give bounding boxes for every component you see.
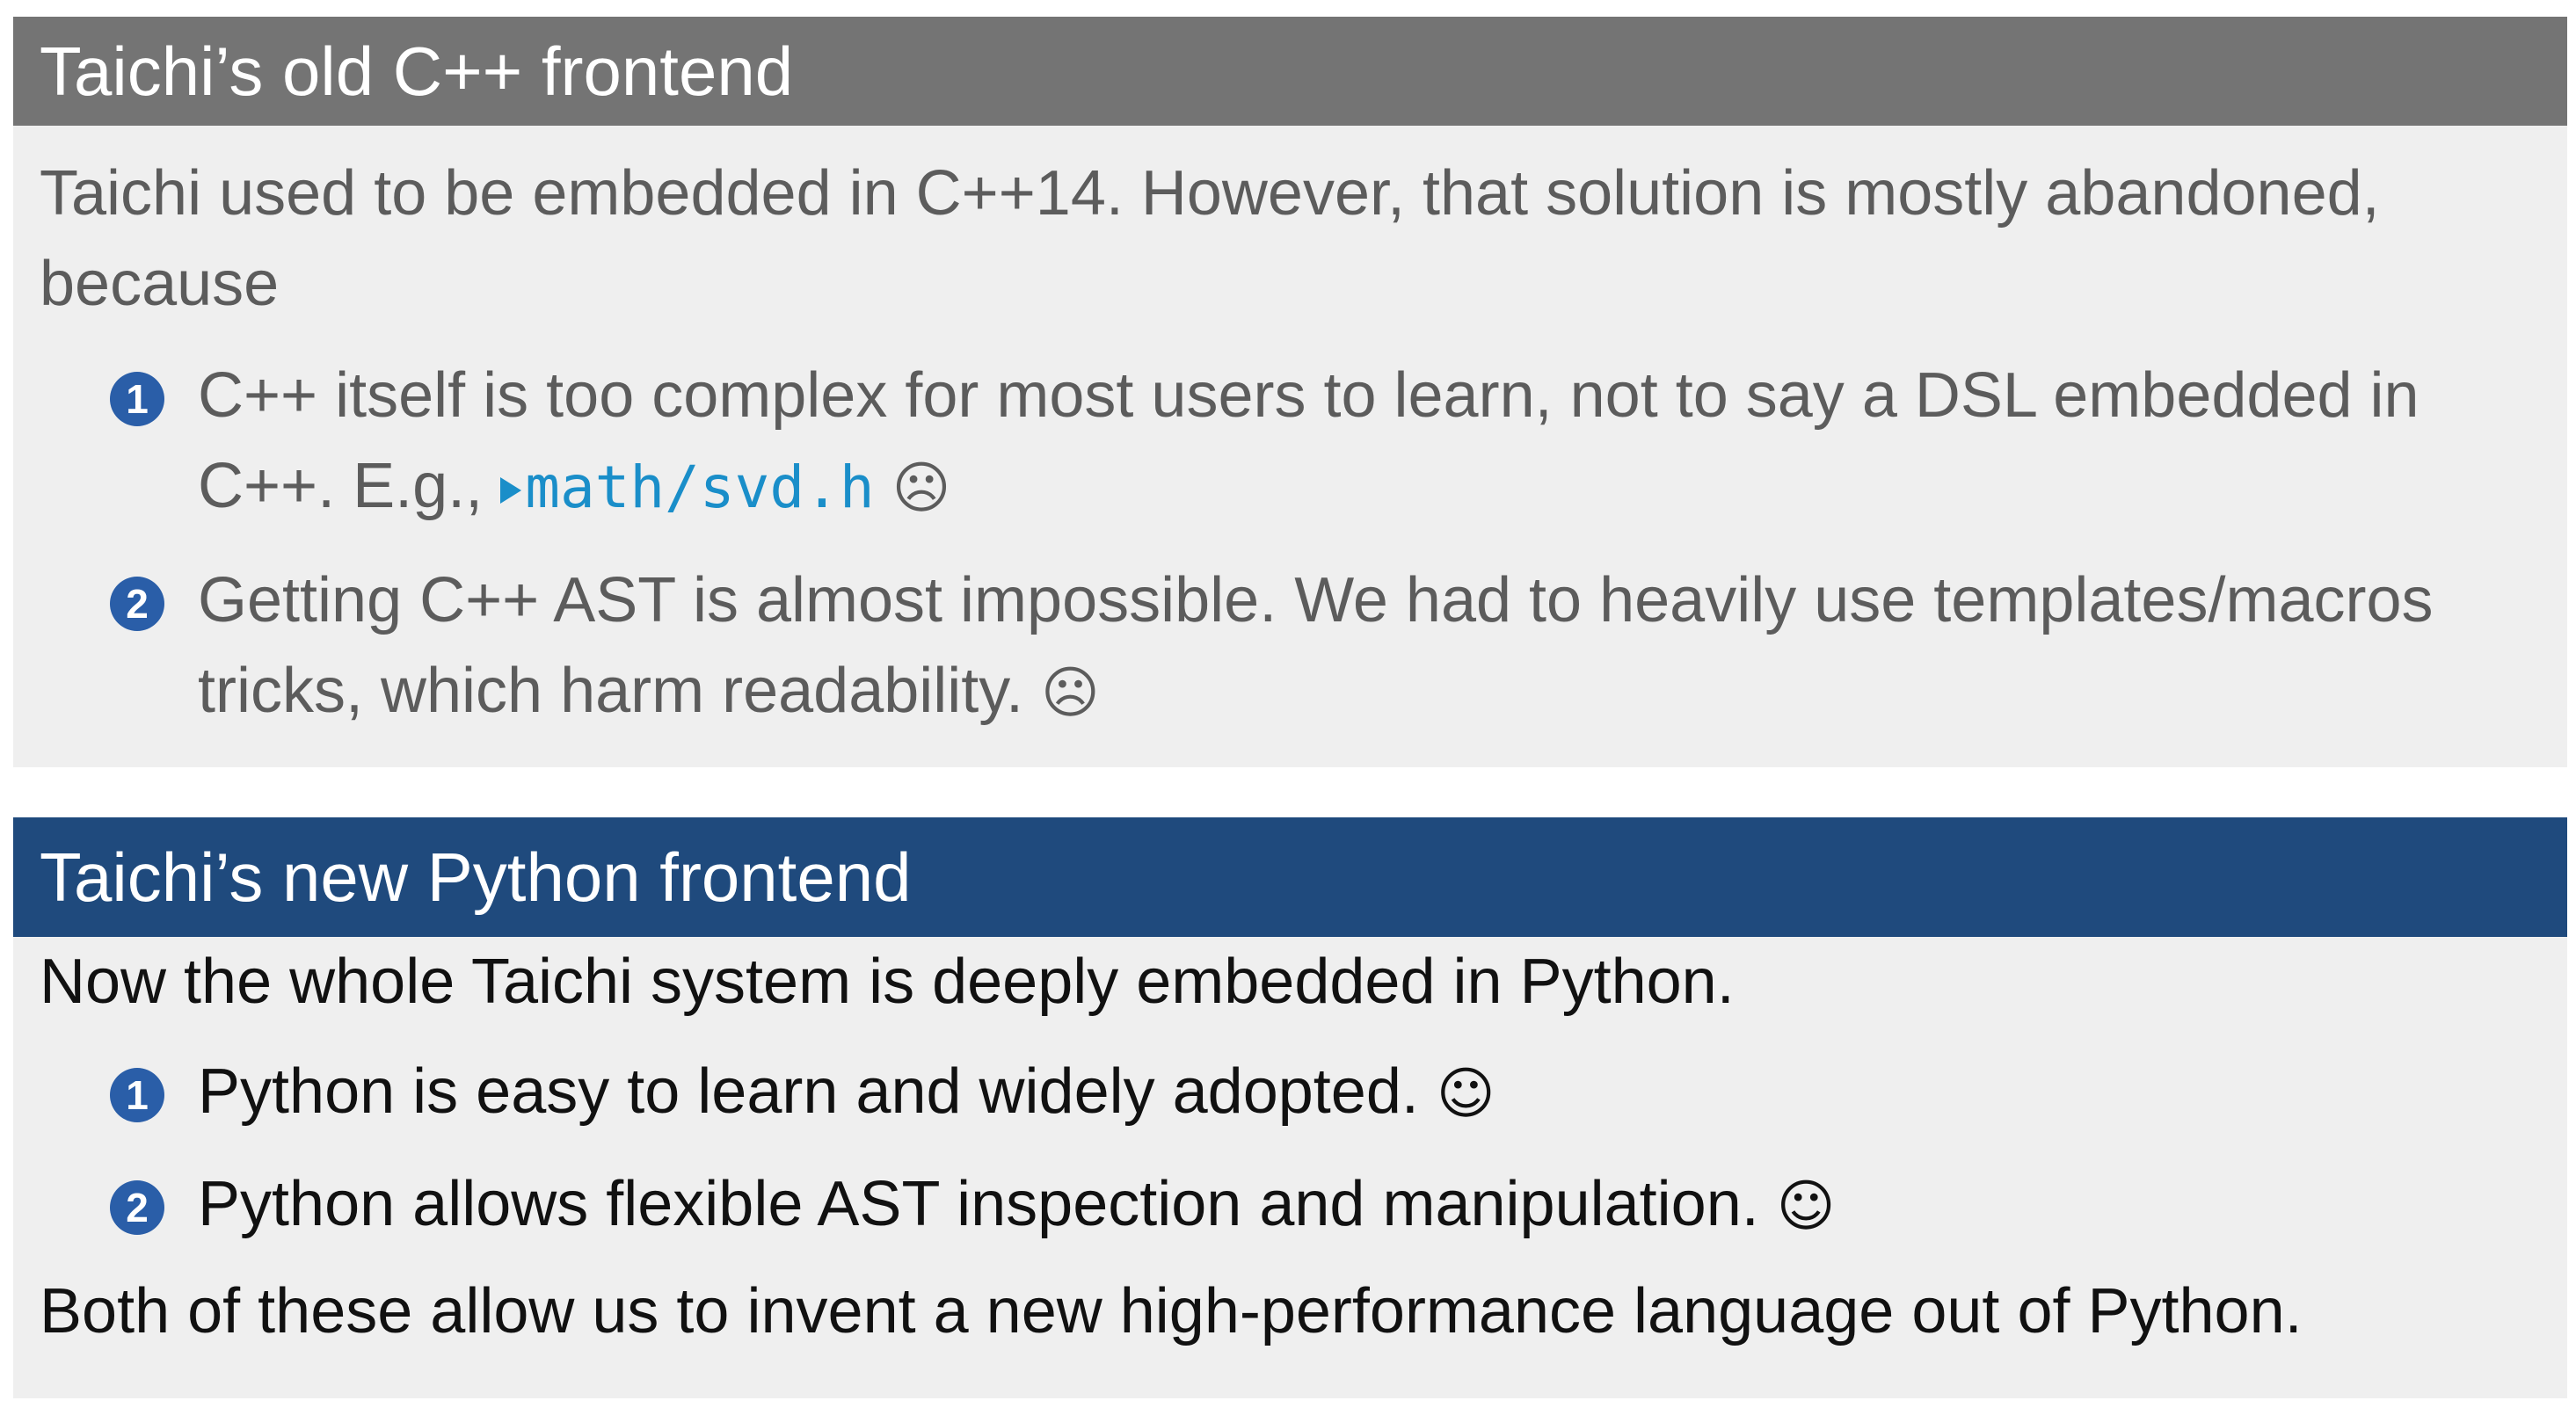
- smiling-face-icon: ☺: [1776, 1174, 1836, 1239]
- list-item: 2 Getting C++ AST is almost impossible. …: [40, 555, 2541, 739]
- old-frontend-body: Taichi used to be embedded in C++14. How…: [13, 126, 2567, 767]
- new-frontend-body: Now the whole Taichi system is deeply em…: [13, 937, 2567, 1398]
- svd-source-link[interactable]: math/svd.h: [500, 454, 875, 521]
- list-item: 2 Python allows flexible AST inspection …: [40, 1159, 2541, 1252]
- list-item-text: Python allows flexible AST inspection an…: [198, 1169, 1759, 1239]
- list-item: 1 Python is easy to learn and widely ado…: [40, 1047, 2541, 1140]
- smiling-face-icon: ☺: [1436, 1062, 1495, 1127]
- old-frontend-title: Taichi’s old C++ frontend: [13, 17, 2567, 126]
- frowning-face-icon: ☹: [891, 456, 951, 521]
- list-item-text: Python is easy to learn and widely adopt…: [198, 1056, 1419, 1127]
- new-frontend-conclusion: Both of these allow us to invent a new h…: [40, 1276, 2303, 1346]
- list-item: 1 C++ itself is too complex for most use…: [40, 351, 2541, 534]
- link-label: math/svd.h: [525, 454, 875, 521]
- triangle-right-icon: [500, 477, 522, 504]
- new-frontend-title: Taichi’s new Python frontend: [13, 817, 2567, 937]
- old-frontend-list: 1 C++ itself is too complex for most use…: [40, 351, 2541, 739]
- list-item-text: Getting C++ AST is almost impossible. We…: [198, 565, 2434, 726]
- number-badge-icon: 1: [110, 1068, 164, 1122]
- number-badge-icon: 2: [110, 1180, 164, 1235]
- new-frontend-intro: Now the whole Taichi system is deeply em…: [40, 947, 1735, 1017]
- number-badge-icon: 1: [110, 372, 164, 426]
- old-frontend-block: Taichi’s old C++ frontend Taichi used to…: [13, 17, 2567, 767]
- old-frontend-intro: Taichi used to be embedded in C++14. How…: [40, 158, 2380, 319]
- number-badge-icon: 2: [110, 577, 164, 631]
- new-frontend-list: 1 Python is easy to learn and widely ado…: [40, 1047, 2541, 1252]
- new-frontend-block: Taichi’s new Python frontend Now the who…: [13, 817, 2567, 1398]
- frowning-face-icon: ☹: [1040, 661, 1100, 726]
